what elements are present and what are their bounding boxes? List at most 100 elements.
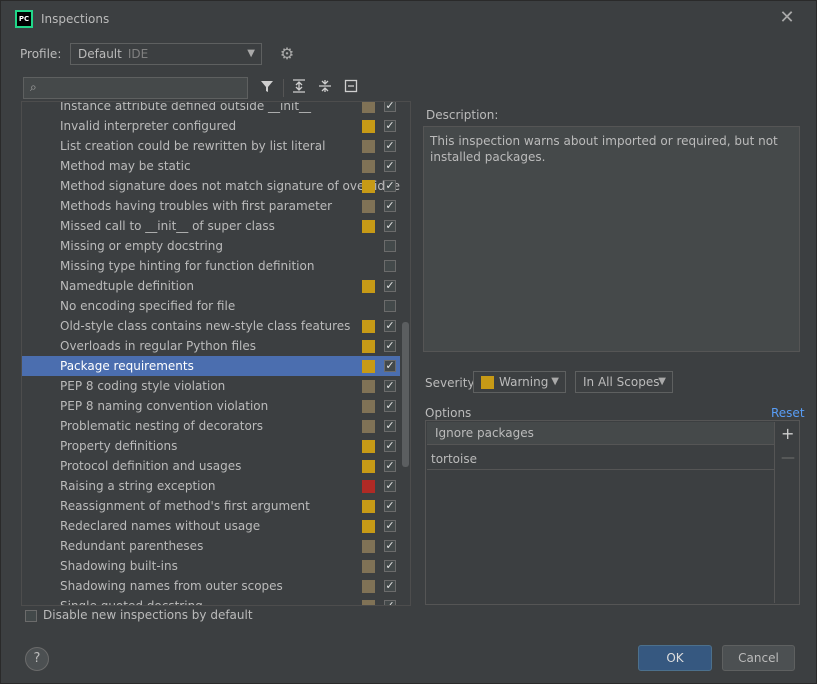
chevron-down-icon: ▼: [247, 48, 255, 59]
tree-row[interactable]: Property definitions ✓: [22, 436, 400, 456]
add-icon[interactable]: +: [781, 424, 794, 443]
reset-link[interactable]: Reset: [771, 406, 805, 420]
tree-row-label: Property definitions: [60, 439, 178, 453]
tree-row[interactable]: Package requirements ✓: [22, 356, 400, 376]
tree-row[interactable]: Namedtuple definition ✓: [22, 276, 400, 296]
tree-row-label: Instance attribute defined outside __ini…: [60, 101, 312, 113]
filter-icon[interactable]: [258, 79, 276, 97]
enable-checkbox[interactable]: ✓: [384, 160, 396, 172]
tree-row[interactable]: Shadowing names from outer scopes ✓: [22, 576, 400, 596]
tree-row[interactable]: Methods having troubles with first param…: [22, 196, 400, 216]
tree-row-label: PEP 8 coding style violation: [60, 379, 226, 393]
inspections-tree[interactable]: Single quoted docstring ✓ Shadowing names …: [21, 101, 411, 606]
tree-row[interactable]: Redeclared names without usage ✓: [22, 516, 400, 536]
collapse-all-icon[interactable]: [316, 79, 334, 97]
inspections-dialog: PC Inspections ✕ Profile: Default IDE ▼ ⚙…: [0, 0, 817, 684]
tree-row[interactable]: Old-style class contains new-style class…: [22, 316, 400, 336]
severity-swatch: [362, 440, 375, 453]
tree-row[interactable]: Redundant parentheses ✓: [22, 536, 400, 556]
severity-swatch: [481, 376, 494, 389]
tree-row[interactable]: Single quoted docstring ✓: [22, 596, 400, 606]
collapse-icon[interactable]: [342, 79, 360, 97]
tree-row[interactable]: Missed call to __init__ of super class ✓: [22, 216, 400, 236]
severity-swatch: [362, 102, 375, 113]
profile-dropdown[interactable]: Default IDE ▼: [70, 43, 262, 65]
tree-row[interactable]: No encoding specified for file: [22, 296, 400, 316]
help-button[interactable]: ?: [25, 647, 49, 671]
list-item[interactable]: tortoise: [427, 448, 774, 470]
enable-checkbox[interactable]: ✓: [384, 520, 396, 532]
severity-swatch: [362, 220, 375, 233]
cancel-button[interactable]: Cancel: [722, 645, 795, 671]
search-icon: ⌕: [30, 80, 37, 94]
scope-dropdown[interactable]: In All Scopes ▼: [575, 371, 673, 393]
severity-swatch: [362, 560, 375, 573]
severity-value: Warning: [499, 375, 549, 389]
tree-row[interactable]: Instance attribute defined outside __ini…: [22, 101, 400, 116]
tree-row[interactable]: Invalid interpreter configured ✓: [22, 116, 400, 136]
enable-checkbox[interactable]: ✓: [384, 580, 396, 592]
enable-checkbox[interactable]: ✓: [384, 120, 396, 132]
enable-checkbox[interactable]: ✓: [384, 460, 396, 472]
tree-row[interactable]: List creation could be rewritten by list…: [22, 136, 400, 156]
enable-checkbox[interactable]: ✓: [384, 600, 396, 605]
enable-checkbox[interactable]: [384, 240, 396, 252]
enable-checkbox[interactable]: [384, 260, 396, 272]
enable-checkbox[interactable]: ✓: [384, 360, 396, 372]
gear-icon[interactable]: ⚙: [278, 45, 296, 63]
tree-row-label: Reassignment of method's first argument: [60, 499, 310, 513]
tree-row[interactable]: PEP 8 naming convention violation ✓: [22, 396, 400, 416]
tree-row[interactable]: Missing type hinting for function defini…: [22, 256, 400, 276]
enable-checkbox[interactable]: ✓: [384, 440, 396, 452]
tree-row[interactable]: Reassignment of method's first argument ✓: [22, 496, 400, 516]
enable-checkbox[interactable]: ✓: [384, 380, 396, 392]
severity-swatch: [362, 280, 375, 293]
enable-checkbox[interactable]: ✓: [384, 220, 396, 232]
enable-checkbox[interactable]: ✓: [384, 280, 396, 292]
tree-row[interactable]: Method may be static ✓: [22, 156, 400, 176]
enable-checkbox[interactable]: ✓: [384, 420, 396, 432]
enable-checkbox[interactable]: ✓: [384, 480, 396, 492]
ok-button[interactable]: OK: [638, 645, 712, 671]
tree-row[interactable]: Missing or empty docstring: [22, 236, 400, 256]
tree-row[interactable]: Raising a string exception ✓: [22, 476, 400, 496]
tree-row-label: Old-style class contains new-style class…: [60, 319, 351, 333]
disable-new-label: Disable new inspections by default: [43, 608, 253, 622]
tree-row-label: Methods having troubles with first param…: [60, 199, 333, 213]
enable-checkbox[interactable]: ✓: [384, 180, 396, 192]
severity-swatch: [362, 120, 375, 133]
enable-checkbox[interactable]: ✓: [384, 102, 396, 112]
tree-row[interactable]: Method signature does not match signatur…: [22, 176, 400, 196]
close-icon[interactable]: ✕: [778, 9, 796, 27]
enable-checkbox[interactable]: ✓: [384, 200, 396, 212]
enable-checkbox[interactable]: ✓: [384, 320, 396, 332]
expand-all-icon[interactable]: [290, 79, 308, 97]
enable-checkbox[interactable]: ✓: [384, 140, 396, 152]
severity-swatch: [362, 340, 375, 353]
remove-icon[interactable]: —: [781, 450, 795, 466]
tree-row-label: Single quoted docstring: [60, 599, 203, 606]
enable-checkbox[interactable]: [384, 300, 396, 312]
severity-dropdown[interactable]: Warning ▼: [473, 371, 566, 393]
disable-new-checkbox[interactable]: [25, 610, 37, 622]
tree-row[interactable]: Overloads in regular Python files ✓: [22, 336, 400, 356]
severity-swatch: [362, 600, 375, 605]
tree-scrollbar[interactable]: [402, 322, 409, 467]
tree-row[interactable]: Protocol definition and usages ✓: [22, 456, 400, 476]
title-bar: PC Inspections ✕: [1, 1, 816, 37]
severity-swatch: [362, 480, 375, 493]
tree-row-label: Missing or empty docstring: [60, 239, 223, 253]
enable-checkbox[interactable]: ✓: [384, 500, 396, 512]
severity-swatch: [362, 420, 375, 433]
search-input[interactable]: ⌕: [23, 77, 248, 99]
tree-row-label: List creation could be rewritten by list…: [60, 139, 326, 153]
enable-checkbox[interactable]: ✓: [384, 400, 396, 412]
enable-checkbox[interactable]: ✓: [384, 540, 396, 552]
tree-row-label: Method may be static: [60, 159, 191, 173]
tree-row[interactable]: Shadowing built-ins ✓: [22, 556, 400, 576]
tree-row[interactable]: PEP 8 coding style violation ✓: [22, 376, 400, 396]
enable-checkbox[interactable]: ✓: [384, 340, 396, 352]
severity-swatch: [362, 160, 375, 173]
tree-row[interactable]: Problematic nesting of decorators ✓: [22, 416, 400, 436]
enable-checkbox[interactable]: ✓: [384, 560, 396, 572]
